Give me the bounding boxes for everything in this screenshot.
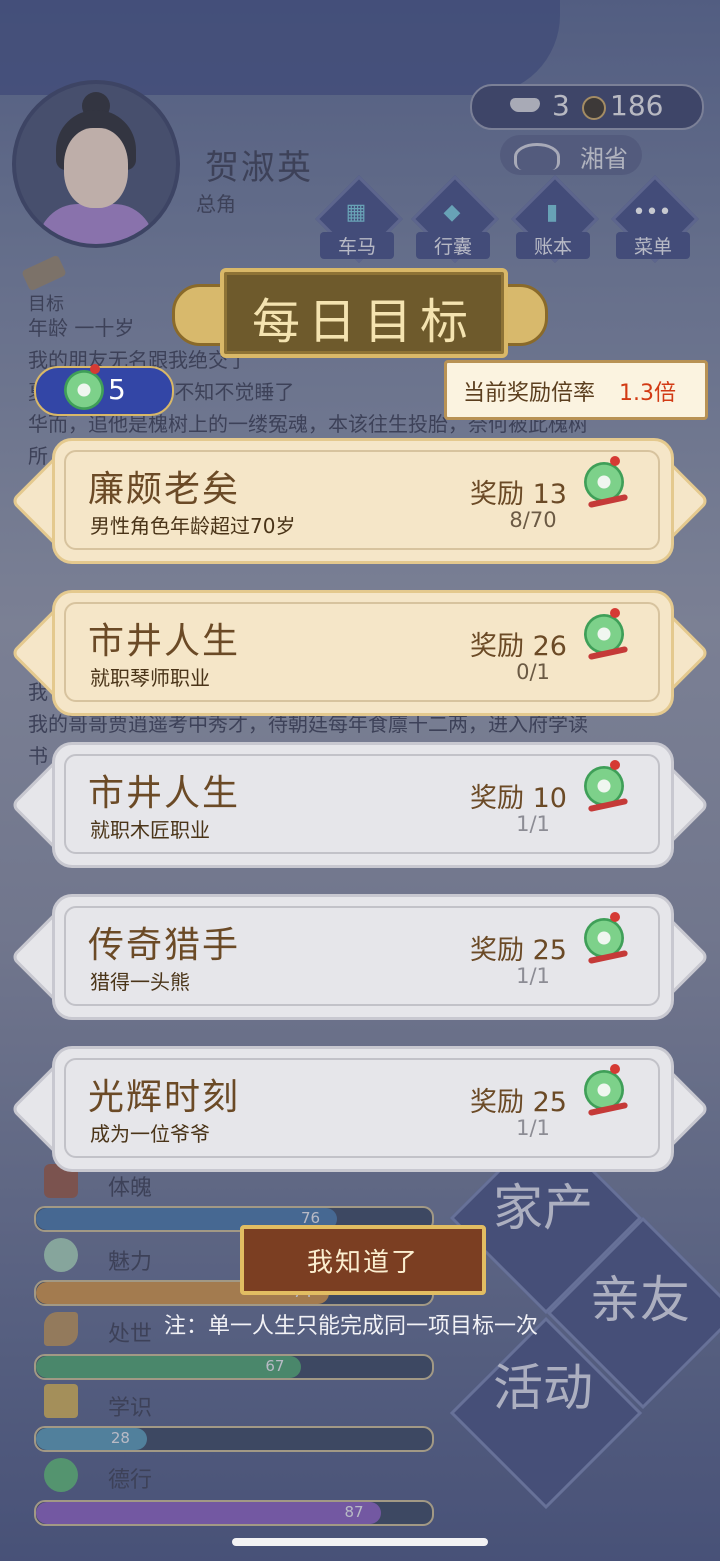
- goal-description: 就职木匠职业: [90, 818, 210, 842]
- reward-label: 奖励: [470, 935, 524, 966]
- goal-description: 就职琴师职业: [90, 666, 210, 690]
- goal-progress: 0/1: [516, 660, 550, 684]
- confirm-button[interactable]: 我知道了: [240, 1225, 486, 1295]
- goal-card[interactable]: 光辉时刻 成为一位爷爷 奖励 25 1/1: [10, 1042, 710, 1172]
- reward-rate-box: 当前奖励倍率 1.3倍: [444, 360, 708, 420]
- goal-progress: 1/1: [516, 964, 550, 988]
- confirm-label: 我知道了: [306, 1248, 419, 1278]
- dialog-banner: 每日目标: [172, 268, 548, 358]
- goal-description: 成为一位爷爷: [90, 1122, 210, 1146]
- goal-title: 市井人生: [88, 773, 241, 814]
- goal-card[interactable]: 市井人生 就职琴师职业 奖励 26 0/1: [10, 586, 710, 716]
- goal-progress: 1/1: [516, 812, 550, 836]
- jade-count-value: 5: [108, 373, 126, 406]
- goal-card[interactable]: 市井人生 就职木匠职业 奖励 10 1/1: [10, 738, 710, 868]
- goal-reward: 奖励 13: [470, 472, 567, 511]
- reward-label: 奖励: [470, 1087, 524, 1118]
- jade-count-badge: 5: [34, 364, 174, 416]
- goal-description: 男性角色年龄超过70岁: [90, 514, 296, 538]
- reward-label: 奖励: [470, 479, 524, 510]
- goal-card[interactable]: 传奇猎手 猎得一头熊 奖励 25 1/1: [10, 890, 710, 1020]
- jade-pendant-icon: [584, 456, 629, 509]
- goal-title: 传奇猎手: [88, 925, 241, 966]
- goal-reward: 奖励 26: [470, 624, 567, 663]
- reward-amount: 25: [532, 935, 567, 966]
- reward-amount: 10: [532, 783, 567, 814]
- reward-amount: 25: [532, 1087, 567, 1118]
- reward-rate-label: 当前奖励倍率: [463, 381, 596, 406]
- banner-plate: 每日目标: [220, 268, 508, 358]
- reward-label: 奖励: [470, 783, 524, 814]
- goal-description: 猎得一头熊: [90, 970, 190, 994]
- dialog-title: 每日目标: [251, 294, 476, 350]
- goal-progress: 1/1: [516, 1116, 550, 1140]
- goal-title: 市井人生: [88, 621, 241, 662]
- reward-amount: 13: [532, 479, 567, 510]
- goal-title: 光辉时刻: [88, 1077, 241, 1118]
- dialog-note: 注：单一人生只能完成同一项目标一次: [164, 1314, 539, 1339]
- goal-reward: 奖励 10: [470, 776, 567, 815]
- reward-label: 奖励: [470, 631, 524, 662]
- reward-amount: 26: [532, 631, 567, 662]
- jade-pendant-icon: [584, 608, 629, 661]
- jade-pendant-icon: [584, 760, 629, 813]
- goal-progress: 8/70: [509, 508, 557, 532]
- jade-pendant-icon: [64, 364, 104, 410]
- goal-reward: 奖励 25: [470, 928, 567, 967]
- jade-pendant-icon: [584, 912, 629, 965]
- jade-pendant-icon: [584, 1064, 629, 1117]
- goal-title: 廉颇老矣: [88, 469, 241, 510]
- home-indicator[interactable]: [232, 1538, 488, 1546]
- reward-rate-value: 1.3倍: [619, 381, 676, 406]
- goal-card[interactable]: 廉颇老矣 男性角色年龄超过70岁 奖励 13 8/70: [10, 434, 710, 564]
- goal-reward: 奖励 25: [470, 1080, 567, 1119]
